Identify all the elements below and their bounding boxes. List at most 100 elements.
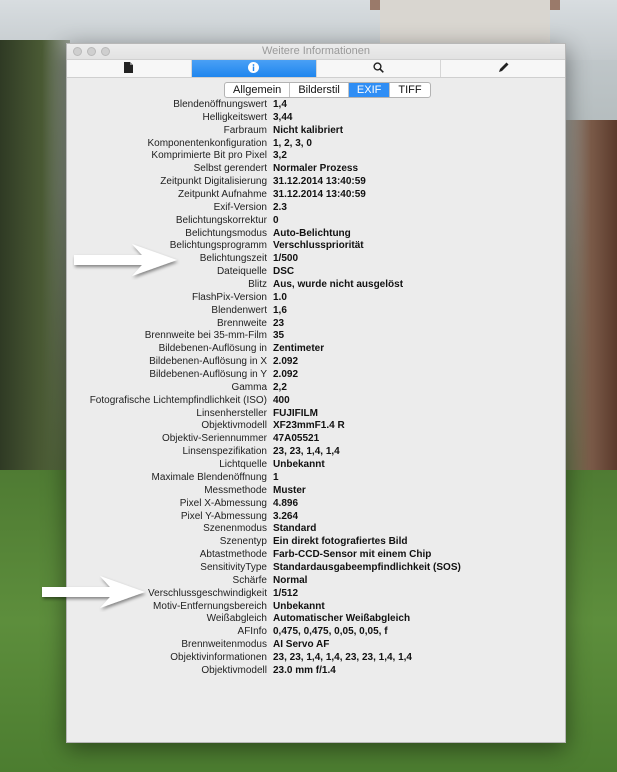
exif-row: Szenentyp Ein direkt fotografiertes Bild [67,536,565,549]
exif-value[interactable]: 23 [272,318,284,331]
exif-row: Messmethode Muster [67,485,565,498]
segmented-control: Allgemein Bilderstil EXIF TIFF [224,82,431,98]
exif-label: Blendenwert [211,304,267,316]
exif-value[interactable]: 3.264 [272,511,298,524]
exif-value[interactable]: FUJIFILM [272,408,318,421]
exif-label: Komponentenkonfiguration [147,137,267,149]
exif-label: Brennweitenmodus [181,639,267,651]
exif-row: Linsenhersteller FUJIFILM [67,408,565,421]
title-bar[interactable]: Weitere Informationen [67,44,565,60]
exif-value[interactable]: 23, 23, 1,4, 1,4 [272,446,340,459]
exif-value[interactable]: 35 [272,330,284,343]
exif-value[interactable]: Aus, wurde nicht ausgelöst [272,279,403,292]
exif-row: Bildebenen-Auflösung in Zentimeter [67,343,565,356]
exif-value[interactable]: Verschlusspriorität [272,240,364,253]
exif-value[interactable]: 23.0 mm f/1.4 [272,665,336,678]
exif-row: Lichtquelle Unbekannt [67,459,565,472]
exif-label: Gamma [231,381,267,393]
exif-label: Szenenmodus [203,523,267,535]
exif-label: Bildebenen-Auflösung in [158,343,267,355]
exif-value[interactable]: Standard [272,523,316,536]
exif-label: Szenentyp [219,536,267,548]
exif-label: Brennweite [216,317,267,329]
tab-exif[interactable]: EXIF [348,83,391,97]
exif-value[interactable]: 2,2 [272,382,287,395]
exif-value[interactable]: Muster [272,485,306,498]
exif-value[interactable]: 1/500 [272,253,298,266]
exif-value[interactable]: DSC [272,266,294,279]
exif-value[interactable]: 1,6 [272,305,287,318]
inspector-toolbar [67,60,565,78]
exif-value[interactable]: 1,4 [272,99,287,112]
exif-value[interactable]: 2.092 [272,369,298,382]
background-trees-right [565,120,617,500]
exif-label: Bildebenen-Auflösung in Y [149,369,267,381]
arrow-belichtungszeit-icon [74,244,177,276]
tool-edit[interactable] [441,60,565,77]
exif-value[interactable]: XF23mmF1.4 R [272,420,345,433]
exif-label: Selbst gerendert [193,163,267,175]
exif-value[interactable]: Standardausgabeempfindlichkeit (SOS) [272,562,461,575]
exif-value[interactable]: 0,475, 0,475, 0,05, 0,05, f [272,626,388,639]
exif-row: Maximale Blendenöffnung 1 [67,472,565,485]
tab-allgemein[interactable]: Allgemein [225,83,291,97]
tool-info[interactable] [191,60,317,78]
exif-value[interactable]: 31.12.2014 13:40:59 [272,176,366,189]
exif-value[interactable]: 2.3 [272,202,287,215]
background-house [380,0,550,46]
window-title: Weitere Informationen [261,45,371,57]
tool-search[interactable] [317,60,442,77]
exif-value[interactable]: Automatischer Weißabgleich [272,613,410,626]
exif-label: Exif-Version [213,201,267,213]
exif-value[interactable]: Nicht kalibriert [272,125,343,138]
document-icon [124,60,134,78]
exif-row: Komprimierte Bit pro Pixel 3,2 [67,150,565,163]
exif-value[interactable]: 2.092 [272,356,298,369]
exif-value[interactable]: 1, 2, 3, 0 [272,138,312,151]
exif-row: Brennweite bei 35-mm-Film 35 [67,330,565,343]
exif-value[interactable]: 1/512 [272,588,298,601]
exif-row: Brennweite 23 [67,318,565,331]
exif-row: Farbraum Nicht kalibriert [67,125,565,138]
info-icon [248,60,260,78]
exif-value[interactable]: Zentimeter [272,343,324,356]
tool-general[interactable] [67,60,192,77]
exif-value[interactable]: 3,44 [272,112,292,125]
exif-value[interactable]: 4.896 [272,498,298,511]
exif-row: Zeitpunkt Aufnahme 31.12.2014 13:40:59 [67,189,565,202]
tab-tiff[interactable]: TIFF [390,83,429,97]
tab-bilderstil[interactable]: Bilderstil [290,83,349,97]
exif-value[interactable]: 3,2 [272,150,287,163]
exif-value[interactable]: 0 [272,215,279,228]
exif-value[interactable]: 400 [272,395,290,408]
exif-row: Blendenöffnungswert 1,4 [67,99,565,112]
exif-row: Bildebenen-Auflösung in X 2.092 [67,356,565,369]
exif-value[interactable]: Auto-Belichtung [272,228,351,241]
exif-value[interactable]: Unbekannt [272,601,325,614]
exif-value[interactable]: AI Servo AF [272,639,329,652]
exif-label: Pixel Y-Abmessung [180,510,267,522]
exif-label: Objektiv-Seriennummer [161,433,267,445]
exif-label: Blitz [248,279,267,291]
exif-value[interactable]: 1.0 [272,292,287,305]
exif-value[interactable]: Normal [272,575,307,588]
exif-value[interactable]: Unbekannt [272,459,325,472]
exif-value[interactable]: 47A05521 [272,433,319,446]
exif-row: FlashPix-Version 1.0 [67,292,565,305]
exif-label: Zeitpunkt Aufnahme [178,189,267,201]
exif-value[interactable]: Normaler Prozess [272,163,358,176]
exif-row: Zeitpunkt Digitalisierung 31.12.2014 13:4… [67,176,565,189]
exif-row: Blendenwert 1,6 [67,305,565,318]
exif-label: Weißabgleich [206,613,267,625]
exif-label: Lichtquelle [219,459,267,471]
exif-row: Objektiv-Seriennummer 47A05521 [67,433,565,446]
exif-row: Brennweitenmodus AI Servo AF [67,639,565,652]
exif-value[interactable]: Farb-CCD-Sensor mit einem Chip [272,549,431,562]
exif-value[interactable]: Ein direkt fotografiertes Bild [272,536,407,549]
exif-row: Weißabgleich Automatischer Weißabgleich [67,613,565,626]
exif-value[interactable]: 31.12.2014 13:40:59 [272,189,366,202]
exif-label: Linsenhersteller [196,407,267,419]
exif-row: Selbst gerendert Normaler Prozess [67,163,565,176]
exif-value[interactable]: 1 [272,472,279,485]
exif-value[interactable]: 23, 23, 1,4, 1,4, 23, 23, 1,4, 1,4 [272,652,412,665]
